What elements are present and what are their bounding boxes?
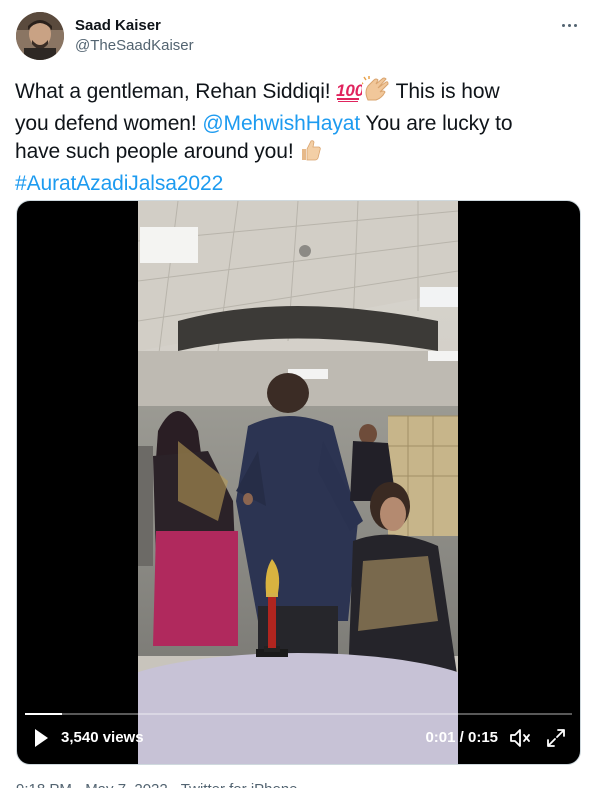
tweet-text-segment: You are lucky to xyxy=(360,112,513,135)
video-time: 0:01 / 0:15 xyxy=(425,729,498,746)
tweet-line-1: What a gentleman, Rehan Siddiqi! 100 Thi… xyxy=(15,76,575,110)
play-icon[interactable] xyxy=(31,726,51,750)
mention-link[interactable]: @MehwishHayat xyxy=(202,112,360,135)
tweet-line-3: have such people around you! xyxy=(15,138,575,170)
video-frame[interactable] xyxy=(138,201,458,764)
hashtag-link[interactable]: #AuratAzadiJalsa2022 xyxy=(15,172,223,195)
tweet-line-2: you defend women! @MehwishHayat You are … xyxy=(15,110,575,138)
video-player[interactable]: 3,540 views 0:01 / 0:15 xyxy=(16,200,581,765)
author-names: Saad Kaiser @TheSaadKaiser xyxy=(75,16,194,56)
tweet-text-segment: This is how xyxy=(390,80,500,103)
video-controls: 3,540 views 0:01 / 0:15 xyxy=(17,712,580,764)
svg-text:100: 100 xyxy=(336,81,362,100)
user-handle[interactable]: @TheSaadKaiser xyxy=(75,36,194,56)
tweet-timestamp[interactable]: 9:18 PM · May 7, 2022 · Twitter for iPho… xyxy=(16,780,298,788)
more-options-icon[interactable] xyxy=(558,14,580,36)
clapping-hands-icon xyxy=(360,76,390,110)
display-name[interactable]: Saad Kaiser xyxy=(75,16,194,36)
tweet-line-4: #AuratAzadiJalsa2022 xyxy=(15,170,575,198)
tweet-text-segment: you defend women! xyxy=(15,112,203,135)
thumbs-up-icon xyxy=(299,138,323,170)
tweet-text: What a gentleman, Rehan Siddiqi! 100 Thi… xyxy=(15,76,575,198)
volume-icon[interactable] xyxy=(508,726,532,750)
tweet-text-segment: have such people around you! xyxy=(15,140,300,163)
view-count: 3,540 views xyxy=(61,729,144,746)
avatar[interactable] xyxy=(16,12,64,60)
tweet-header: Saad Kaiser @TheSaadKaiser xyxy=(16,12,582,60)
fullscreen-icon[interactable] xyxy=(544,726,568,750)
tweet-text-segment: What a gentleman, Rehan Siddiqi! xyxy=(15,80,337,103)
hundred-points-icon: 100 xyxy=(336,78,365,110)
